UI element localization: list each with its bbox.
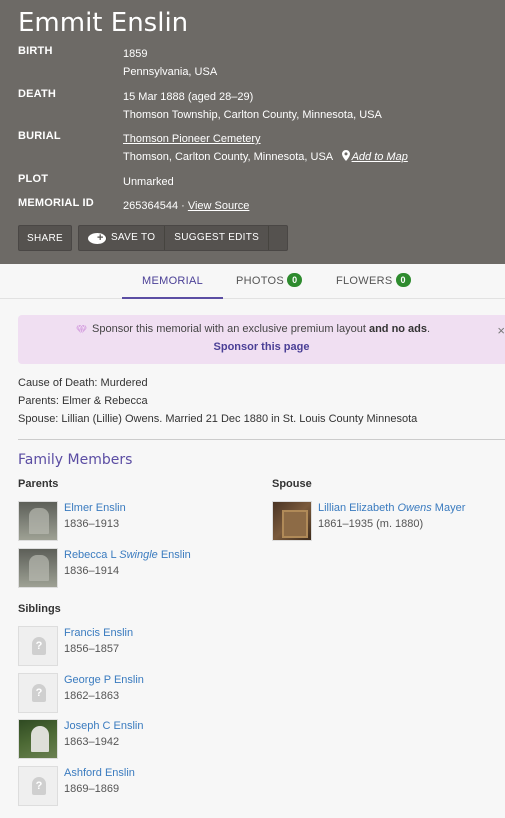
person-dates: 1856–1857 bbox=[64, 643, 120, 655]
family-member-parent[interactable]: Elmer Enslin 1836–1913 bbox=[18, 501, 258, 541]
parents-note: Parents: Elmer & Rebecca bbox=[18, 395, 148, 407]
sponsor-text-bold: and no ads bbox=[368, 323, 428, 335]
flowers-count-badge: 0 bbox=[395, 273, 411, 287]
more-options-button[interactable] bbox=[269, 226, 287, 250]
memorial-photo[interactable] bbox=[272, 501, 312, 541]
plot-label: PLOT bbox=[18, 173, 49, 185]
save-edit-group: + SAVE TO SUGGEST EDITS bbox=[77, 225, 289, 251]
person-name[interactable]: Ashford Enslin bbox=[64, 766, 135, 781]
placeholder-photo[interactable]: ? bbox=[18, 626, 58, 666]
sponsor-page-link[interactable]: Sponsor this page bbox=[18, 341, 505, 353]
plus-circle-icon: + bbox=[87, 232, 107, 244]
death-place: Thomson Township, Carlton County, Minnes… bbox=[123, 109, 382, 121]
photos-count-badge: 0 bbox=[287, 273, 303, 287]
memorial-header: Emmit Enslin BIRTH 1859 Pennsylvania, US… bbox=[0, 0, 505, 264]
memorial-photo[interactable] bbox=[18, 501, 58, 541]
memorial-name: Emmit Enslin bbox=[18, 8, 189, 38]
siblings-heading: Siblings bbox=[18, 603, 61, 615]
death-date: 15 Mar 1888 (aged 28–29) bbox=[123, 91, 254, 103]
family-member-parent[interactable]: Rebecca L Swingle Enslin 1836–1914 bbox=[18, 548, 258, 588]
family-members-title: Family Members bbox=[18, 452, 133, 468]
name-first: Rebecca L bbox=[64, 549, 120, 561]
cause-of-death: Cause of Death: Murdered bbox=[18, 377, 148, 389]
sponsor-banner: Sponsor this memorial with an exclusive … bbox=[18, 315, 505, 364]
add-to-map-link[interactable]: Add to Map bbox=[352, 151, 408, 163]
memorial-bio: Cause of Death: Murdered Parents: Elmer … bbox=[18, 374, 417, 428]
cemetery-link[interactable]: Thomson Pioneer Cemetery bbox=[123, 133, 261, 145]
burial-place: Thomson, Carlton County, Minnesota, USA bbox=[123, 151, 333, 163]
family-member-sibling[interactable]: ? George P Enslin 1862–1863 bbox=[18, 673, 258, 713]
suggest-edits-button[interactable]: SUGGEST EDITS bbox=[165, 226, 270, 250]
memorial-id-value: 265364544 bbox=[123, 200, 179, 212]
save-to-button[interactable]: + SAVE TO bbox=[79, 226, 166, 250]
name-maiden: Swingle bbox=[119, 549, 158, 561]
memorial-photo[interactable] bbox=[18, 719, 58, 759]
memorial-tabs: MEMORIAL PHOTOS 0 FLOWERS 0 bbox=[0, 264, 505, 299]
family-member-sibling[interactable]: Joseph C Enslin 1863–1942 bbox=[18, 719, 258, 759]
placeholder-photo[interactable]: ? bbox=[18, 673, 58, 713]
view-source-link[interactable]: View Source bbox=[188, 200, 250, 212]
tab-flowers-label: FLOWERS bbox=[336, 275, 393, 287]
question-mark-icon: ? bbox=[32, 684, 46, 702]
close-icon[interactable]: × bbox=[497, 323, 505, 338]
sponsor-text-end: . bbox=[427, 323, 431, 335]
person-dates: 1862–1863 bbox=[64, 690, 120, 702]
divider bbox=[18, 439, 505, 440]
action-buttons: SHARE + SAVE TO SUGGEST EDITS bbox=[18, 225, 289, 251]
diamond-icon bbox=[76, 325, 87, 334]
memorial-photo[interactable] bbox=[18, 548, 58, 588]
memorial-id-label: MEMORIAL ID bbox=[18, 197, 94, 209]
death-label: DEATH bbox=[18, 88, 57, 100]
person-dates: 1836–1914 bbox=[64, 565, 120, 577]
birth-date: 1859 bbox=[123, 48, 148, 60]
person-name[interactable]: Elmer Enslin bbox=[64, 501, 126, 516]
family-member-spouse[interactable]: Lillian Elizabeth Owens Mayer 1861–1935 … bbox=[272, 501, 505, 541]
person-name[interactable]: Joseph C Enslin bbox=[64, 719, 144, 734]
person-name[interactable]: Lillian Elizabeth Owens Mayer bbox=[318, 501, 465, 516]
tab-flowers[interactable]: FLOWERS 0 bbox=[336, 264, 411, 299]
tab-photos-label: PHOTOS bbox=[236, 275, 285, 287]
person-dates: 1869–1869 bbox=[64, 783, 120, 795]
birth-place: Pennsylvania, USA bbox=[123, 66, 218, 78]
person-name[interactable]: George P Enslin bbox=[64, 673, 144, 688]
burial-label: BURIAL bbox=[18, 130, 61, 142]
tab-photos[interactable]: PHOTOS 0 bbox=[236, 264, 303, 299]
placeholder-photo[interactable]: ? bbox=[18, 766, 58, 806]
map-pin-icon bbox=[341, 150, 350, 161]
name-last: Enslin bbox=[157, 549, 191, 561]
birth-label: BIRTH bbox=[18, 45, 53, 57]
question-mark-icon: ? bbox=[32, 637, 46, 655]
family-member-sibling[interactable]: ? Francis Enslin 1856–1857 bbox=[18, 626, 258, 666]
sponsor-text: Sponsor this memorial with an exclusive … bbox=[92, 323, 430, 335]
sponsor-text-main: Sponsor this memorial with an exclusive … bbox=[92, 323, 366, 335]
tab-memorial[interactable]: MEMORIAL bbox=[122, 264, 224, 299]
person-name[interactable]: Rebecca L Swingle Enslin bbox=[64, 548, 191, 563]
parents-heading: Parents bbox=[18, 478, 59, 490]
question-mark-icon: ? bbox=[32, 777, 46, 795]
spouse-heading: Spouse bbox=[272, 478, 312, 490]
name-first: Lillian Elizabeth bbox=[318, 502, 398, 514]
plot-value: Unmarked bbox=[123, 176, 174, 188]
person-name[interactable]: Francis Enslin bbox=[64, 626, 133, 641]
memorial-id-separator: · bbox=[178, 200, 188, 212]
person-dates: 1861–1935 (m. 1880) bbox=[318, 518, 424, 530]
share-button[interactable]: SHARE bbox=[18, 225, 72, 251]
name-last: Mayer bbox=[431, 502, 466, 514]
name-maiden: Owens bbox=[397, 502, 432, 514]
person-dates: 1836–1913 bbox=[64, 518, 120, 530]
save-to-label: SAVE TO bbox=[110, 232, 156, 243]
spouse-note: Spouse: Lillian (Lillie) Owens. Married … bbox=[18, 413, 418, 425]
person-dates: 1863–1942 bbox=[64, 736, 120, 748]
family-member-sibling[interactable]: ? Ashford Enslin 1869–1869 bbox=[18, 766, 258, 806]
tab-memorial-label: MEMORIAL bbox=[142, 275, 204, 287]
